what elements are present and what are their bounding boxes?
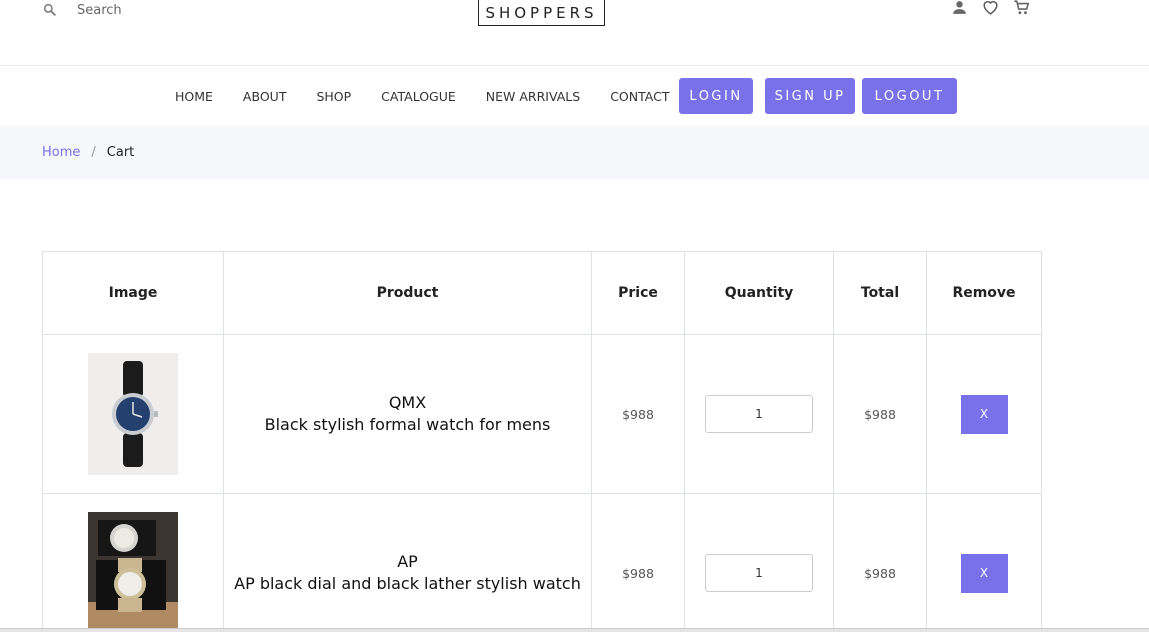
heart-icon[interactable] bbox=[981, 0, 1000, 17]
logout-button[interactable]: LOGOUT bbox=[862, 78, 957, 114]
header-price: Price bbox=[591, 251, 685, 335]
remove-cell: X bbox=[926, 493, 1042, 632]
price-cell: $988 bbox=[591, 334, 685, 494]
nav-contact[interactable]: CONTACT bbox=[610, 89, 669, 104]
nav-catalogue[interactable]: CATALOGUE bbox=[381, 89, 456, 104]
product-description: Black stylish formal watch for mens bbox=[264, 415, 551, 434]
remove-button[interactable]: X bbox=[960, 394, 1008, 434]
person-icon[interactable] bbox=[950, 0, 969, 17]
horizontal-scrollbar[interactable] bbox=[0, 628, 1149, 632]
nav-shop[interactable]: SHOP bbox=[316, 89, 351, 104]
breadcrumb-current: Cart bbox=[106, 145, 135, 160]
total-cell: $988 bbox=[833, 493, 927, 632]
header-icons bbox=[950, 0, 1031, 17]
price-cell: $988 bbox=[591, 493, 685, 632]
login-button[interactable]: LOGIN bbox=[679, 78, 753, 114]
search-icon[interactable] bbox=[42, 2, 58, 18]
breadcrumb-separator: / bbox=[91, 145, 96, 160]
product-brand[interactable]: QMX bbox=[224, 392, 591, 414]
cart-icon[interactable] bbox=[1012, 0, 1031, 17]
quantity-cell bbox=[684, 334, 834, 494]
nav-about[interactable]: ABOUT bbox=[243, 89, 287, 104]
header-image: Image bbox=[42, 251, 224, 335]
quantity-input[interactable] bbox=[705, 554, 813, 592]
remove-button[interactable]: X bbox=[960, 553, 1008, 593]
site-header: SHOPPERS bbox=[0, 0, 1149, 66]
product-description: AP black dial and black lather stylish w… bbox=[234, 574, 581, 593]
signup-button[interactable]: SIGN UP bbox=[765, 78, 855, 114]
cart-table: Image Product Price Quantity Total Remov… bbox=[42, 251, 1042, 632]
remove-cell: X bbox=[926, 334, 1042, 494]
table-row: AP AP black dial and black lather stylis… bbox=[42, 493, 1042, 632]
breadcrumb: Home / Cart bbox=[0, 126, 1149, 179]
breadcrumb-home-link[interactable]: Home bbox=[42, 145, 80, 160]
search-bar bbox=[42, 0, 277, 20]
product-image-watch-blue bbox=[88, 353, 178, 475]
search-input[interactable] bbox=[77, 2, 277, 18]
header-remove: Remove bbox=[926, 251, 1042, 335]
nav-links: HOME ABOUT SHOP CATALOGUE NEW ARRIVALS C… bbox=[175, 67, 699, 126]
product-brand[interactable]: AP bbox=[224, 551, 591, 573]
quantity-cell bbox=[684, 493, 834, 632]
product-cell: QMX Black stylish formal watch for mens bbox=[223, 334, 592, 494]
table-header-row: Image Product Price Quantity Total Remov… bbox=[42, 251, 1042, 335]
header-product: Product bbox=[223, 251, 592, 335]
main-nav: HOME ABOUT SHOP CATALOGUE NEW ARRIVALS C… bbox=[0, 67, 1149, 126]
header-quantity: Quantity bbox=[684, 251, 834, 335]
product-image-cell bbox=[42, 493, 224, 632]
product-image-cell bbox=[42, 334, 224, 494]
nav-new-arrivals[interactable]: NEW ARRIVALS bbox=[486, 89, 580, 104]
table-row: QMX Black stylish formal watch for mens … bbox=[42, 334, 1042, 494]
total-cell: $988 bbox=[833, 334, 927, 494]
header-total: Total bbox=[833, 251, 927, 335]
product-image-watch-box bbox=[88, 512, 178, 632]
brand-logo[interactable]: SHOPPERS bbox=[478, 0, 605, 26]
quantity-input[interactable] bbox=[705, 395, 813, 433]
nav-home[interactable]: HOME bbox=[175, 89, 213, 104]
product-cell: AP AP black dial and black lather stylis… bbox=[223, 493, 592, 632]
